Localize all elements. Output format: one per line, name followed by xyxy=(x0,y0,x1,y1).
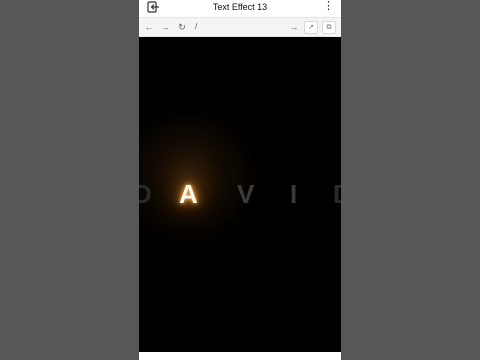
pin-button[interactable]: ↗ xyxy=(304,21,318,34)
forward-arrow-icon[interactable]: → xyxy=(159,21,171,33)
more-options-button[interactable]: ⋮ xyxy=(323,0,334,14)
letter-1: D xyxy=(139,179,152,209)
exit-icon xyxy=(147,1,159,13)
open-external-button[interactable]: ⧉ xyxy=(322,21,336,34)
back-arrow-icon[interactable]: ← xyxy=(143,21,155,33)
phone-frame: Text Effect 13 ⋮ ← → ↻ / → ↗ ⧉ D A V I D xyxy=(139,0,341,360)
exit-button[interactable] xyxy=(147,1,160,13)
preview-canvas: D A V I D xyxy=(139,37,341,352)
reload-icon[interactable]: ↻ xyxy=(176,21,188,33)
title-bar: Text Effect 13 ⋮ xyxy=(139,0,341,15)
url-field[interactable]: / xyxy=(195,21,197,33)
address-bar: ← → ↻ / → ↗ ⧉ xyxy=(139,17,341,37)
letter-4: I xyxy=(290,179,298,209)
glow-text: D A V I D xyxy=(139,177,341,211)
letter-2-active: A xyxy=(179,179,198,209)
letter-3: V xyxy=(237,179,255,209)
letter-5: D xyxy=(333,177,341,211)
bottom-strip xyxy=(139,352,341,360)
go-arrow-icon[interactable]: → xyxy=(288,21,300,33)
page-title: Text Effect 13 xyxy=(212,2,268,12)
